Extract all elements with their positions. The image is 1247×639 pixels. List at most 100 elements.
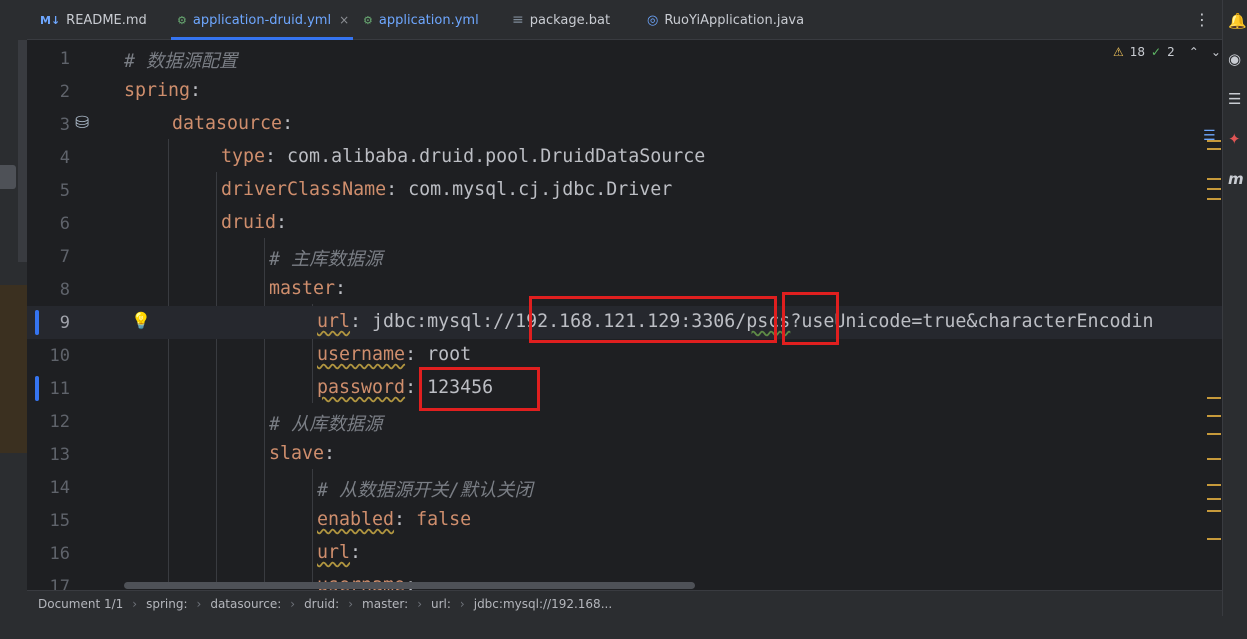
code-line[interactable]: 15 enabled: false bbox=[27, 504, 1222, 537]
line-number: 11 bbox=[49, 379, 70, 399]
tab-readme[interactable]: M↓ README.md bbox=[40, 0, 147, 40]
line-number: 9 bbox=[59, 313, 70, 333]
stripe-marker[interactable] bbox=[1207, 498, 1221, 500]
breadcrumb-spring[interactable]: spring: bbox=[146, 597, 187, 611]
left-panel-highlight bbox=[0, 285, 27, 453]
line-number: 4 bbox=[59, 148, 70, 168]
line-code: url: bbox=[124, 542, 361, 563]
close-icon[interactable]: × bbox=[339, 13, 349, 27]
highlight-box-database bbox=[782, 292, 839, 345]
breadcrumb-master[interactable]: master: bbox=[362, 597, 408, 611]
code-line[interactable]: 5 driverClassName: com.mysql.cj.jdbc.Dri… bbox=[27, 174, 1222, 207]
left-scroll-track[interactable] bbox=[18, 40, 27, 262]
highlight-box-password bbox=[419, 367, 540, 411]
breadcrumb-separator: › bbox=[348, 596, 354, 611]
chevron-up-icon[interactable]: ⌃ bbox=[1189, 45, 1199, 59]
code-line[interactable]: 10 username: root bbox=[27, 339, 1222, 372]
line-number: 6 bbox=[59, 214, 70, 234]
breadcrumb-separator: › bbox=[132, 596, 138, 611]
more-tabs-icon[interactable]: ⋮ bbox=[1194, 10, 1210, 29]
document-indicator[interactable]: Document 1/1 bbox=[38, 597, 123, 611]
stripe-marker[interactable] bbox=[1207, 458, 1221, 460]
line-number: 3 bbox=[59, 115, 70, 135]
chevron-down-icon[interactable]: ⌄ bbox=[1211, 45, 1221, 59]
code-line[interactable]: 7 # 主库数据源 bbox=[27, 240, 1222, 273]
tab-label: package.bat bbox=[529, 12, 611, 28]
breadcrumb-datasource[interactable]: datasource: bbox=[210, 597, 281, 611]
editor-tab-bar: M↓ README.md ⚙ application-druid.yml × ⚙… bbox=[27, 0, 1222, 40]
line-code: # 从数据源开关/默认关闭 bbox=[124, 476, 533, 502]
code-line[interactable]: 1 # 数据源配置 bbox=[27, 42, 1222, 75]
line-number: 5 bbox=[59, 181, 70, 201]
warning-icon: ⚠ bbox=[1113, 45, 1124, 59]
stripe-marker[interactable] bbox=[1207, 178, 1221, 180]
breadcrumb-bar: Document 1/1 › spring: › datasource: › drui… bbox=[27, 590, 1222, 616]
colon: : bbox=[350, 542, 362, 563]
yaml-value: root bbox=[427, 344, 472, 365]
stripe-marker[interactable] bbox=[1207, 415, 1221, 417]
breadcrumb-value[interactable]: jdbc:mysql://192.168... bbox=[474, 597, 612, 611]
line-number: 14 bbox=[49, 478, 70, 498]
inspection-widget[interactable]: ⚠ 18 ✓ 2 ⌃ ⌄ bbox=[1113, 45, 1221, 59]
line-code: # 从库数据源 bbox=[124, 410, 382, 436]
stripe-marker[interactable] bbox=[1207, 148, 1221, 150]
yaml-key: slave bbox=[269, 443, 325, 464]
line-number: 15 bbox=[49, 511, 70, 531]
tab-label: RuoYiApplication.java bbox=[664, 12, 805, 28]
code-line[interactable]: 16 url: bbox=[27, 537, 1222, 570]
ai-assistant-icon[interactable]: ◉ bbox=[1228, 50, 1241, 68]
breadcrumb-separator: › bbox=[290, 596, 296, 611]
code-line[interactable]: 11 password: 123456 bbox=[27, 372, 1222, 405]
line-number: 17 bbox=[49, 577, 70, 590]
yaml-key: enabled bbox=[317, 509, 395, 530]
stripe-marker[interactable] bbox=[1207, 397, 1221, 399]
tab-package-bat[interactable]: ≡ package.bat bbox=[512, 0, 610, 40]
java-class-icon: ◎ bbox=[647, 12, 659, 28]
notifications-icon[interactable]: 🔔 bbox=[1228, 12, 1247, 30]
plugin-icon[interactable]: ✦ bbox=[1228, 130, 1241, 148]
stripe-marker[interactable] bbox=[1207, 198, 1221, 200]
yaml-key: spring bbox=[124, 80, 191, 101]
yaml-key: druid bbox=[221, 212, 277, 233]
maven-icon[interactable]: m bbox=[1228, 170, 1244, 188]
yaml-key: datasource bbox=[172, 113, 283, 134]
datasource-gutter-icon[interactable]: ⛁ bbox=[75, 113, 89, 133]
stripe-marker[interactable] bbox=[1207, 188, 1221, 190]
comment: # 从数据源开关/默认关闭 bbox=[317, 480, 533, 501]
line-number: 16 bbox=[49, 544, 70, 564]
breadcrumb-druid[interactable]: druid: bbox=[304, 597, 339, 611]
code-line[interactable]: 14 # 从数据源开关/默认关闭 bbox=[27, 471, 1222, 504]
stripe-marker[interactable] bbox=[1207, 538, 1221, 540]
tab-application[interactable]: ⚙ application.yml bbox=[363, 0, 479, 40]
horizontal-scrollbar[interactable] bbox=[124, 582, 695, 589]
code-line[interactable]: 12 # 从库数据源 bbox=[27, 405, 1222, 438]
yaml-key: type bbox=[221, 146, 266, 167]
breadcrumb-url[interactable]: url: bbox=[431, 597, 451, 611]
tab-ruoyi-application[interactable]: ◎ RuoYiApplication.java bbox=[647, 0, 804, 40]
code-line[interactable]: 2 spring: bbox=[27, 75, 1222, 108]
line-code: type: com.alibaba.druid.pool.DruidDataSo… bbox=[124, 146, 705, 167]
yaml-value: false bbox=[416, 509, 472, 530]
stripe-marker[interactable] bbox=[1207, 140, 1221, 142]
colon: : bbox=[386, 179, 409, 200]
yaml-key: master bbox=[269, 278, 336, 299]
stripe-marker[interactable] bbox=[1207, 484, 1221, 486]
code-line[interactable]: 6 druid: bbox=[27, 207, 1222, 240]
stripe-marker[interactable] bbox=[1207, 433, 1221, 435]
yaml-key: driverClassName bbox=[221, 179, 387, 200]
code-line[interactable]: 3 ⛁ datasource: bbox=[27, 108, 1222, 141]
code-line[interactable]: 13 slave: bbox=[27, 438, 1222, 471]
left-panel-handle[interactable] bbox=[0, 165, 16, 189]
colon: : bbox=[394, 509, 417, 530]
line-number: 7 bbox=[59, 247, 70, 267]
line-code: username: root bbox=[124, 344, 471, 365]
warning-count: 18 bbox=[1129, 45, 1146, 59]
weak-warning-count: 2 bbox=[1167, 45, 1175, 59]
code-editor[interactable]: 1 # 数据源配置 2 spring: 3 ⛁ datasource: 4 ty… bbox=[27, 40, 1222, 590]
code-line[interactable]: 4 type: com.alibaba.druid.pool.DruidData… bbox=[27, 141, 1222, 174]
stripe-marker[interactable] bbox=[1207, 510, 1221, 512]
line-code: enabled: false bbox=[124, 509, 471, 530]
breadcrumb-separator: › bbox=[459, 596, 465, 611]
database-icon[interactable]: ☰ bbox=[1228, 90, 1241, 108]
tab-application-druid[interactable]: ⚙ application-druid.yml × bbox=[170, 0, 354, 40]
